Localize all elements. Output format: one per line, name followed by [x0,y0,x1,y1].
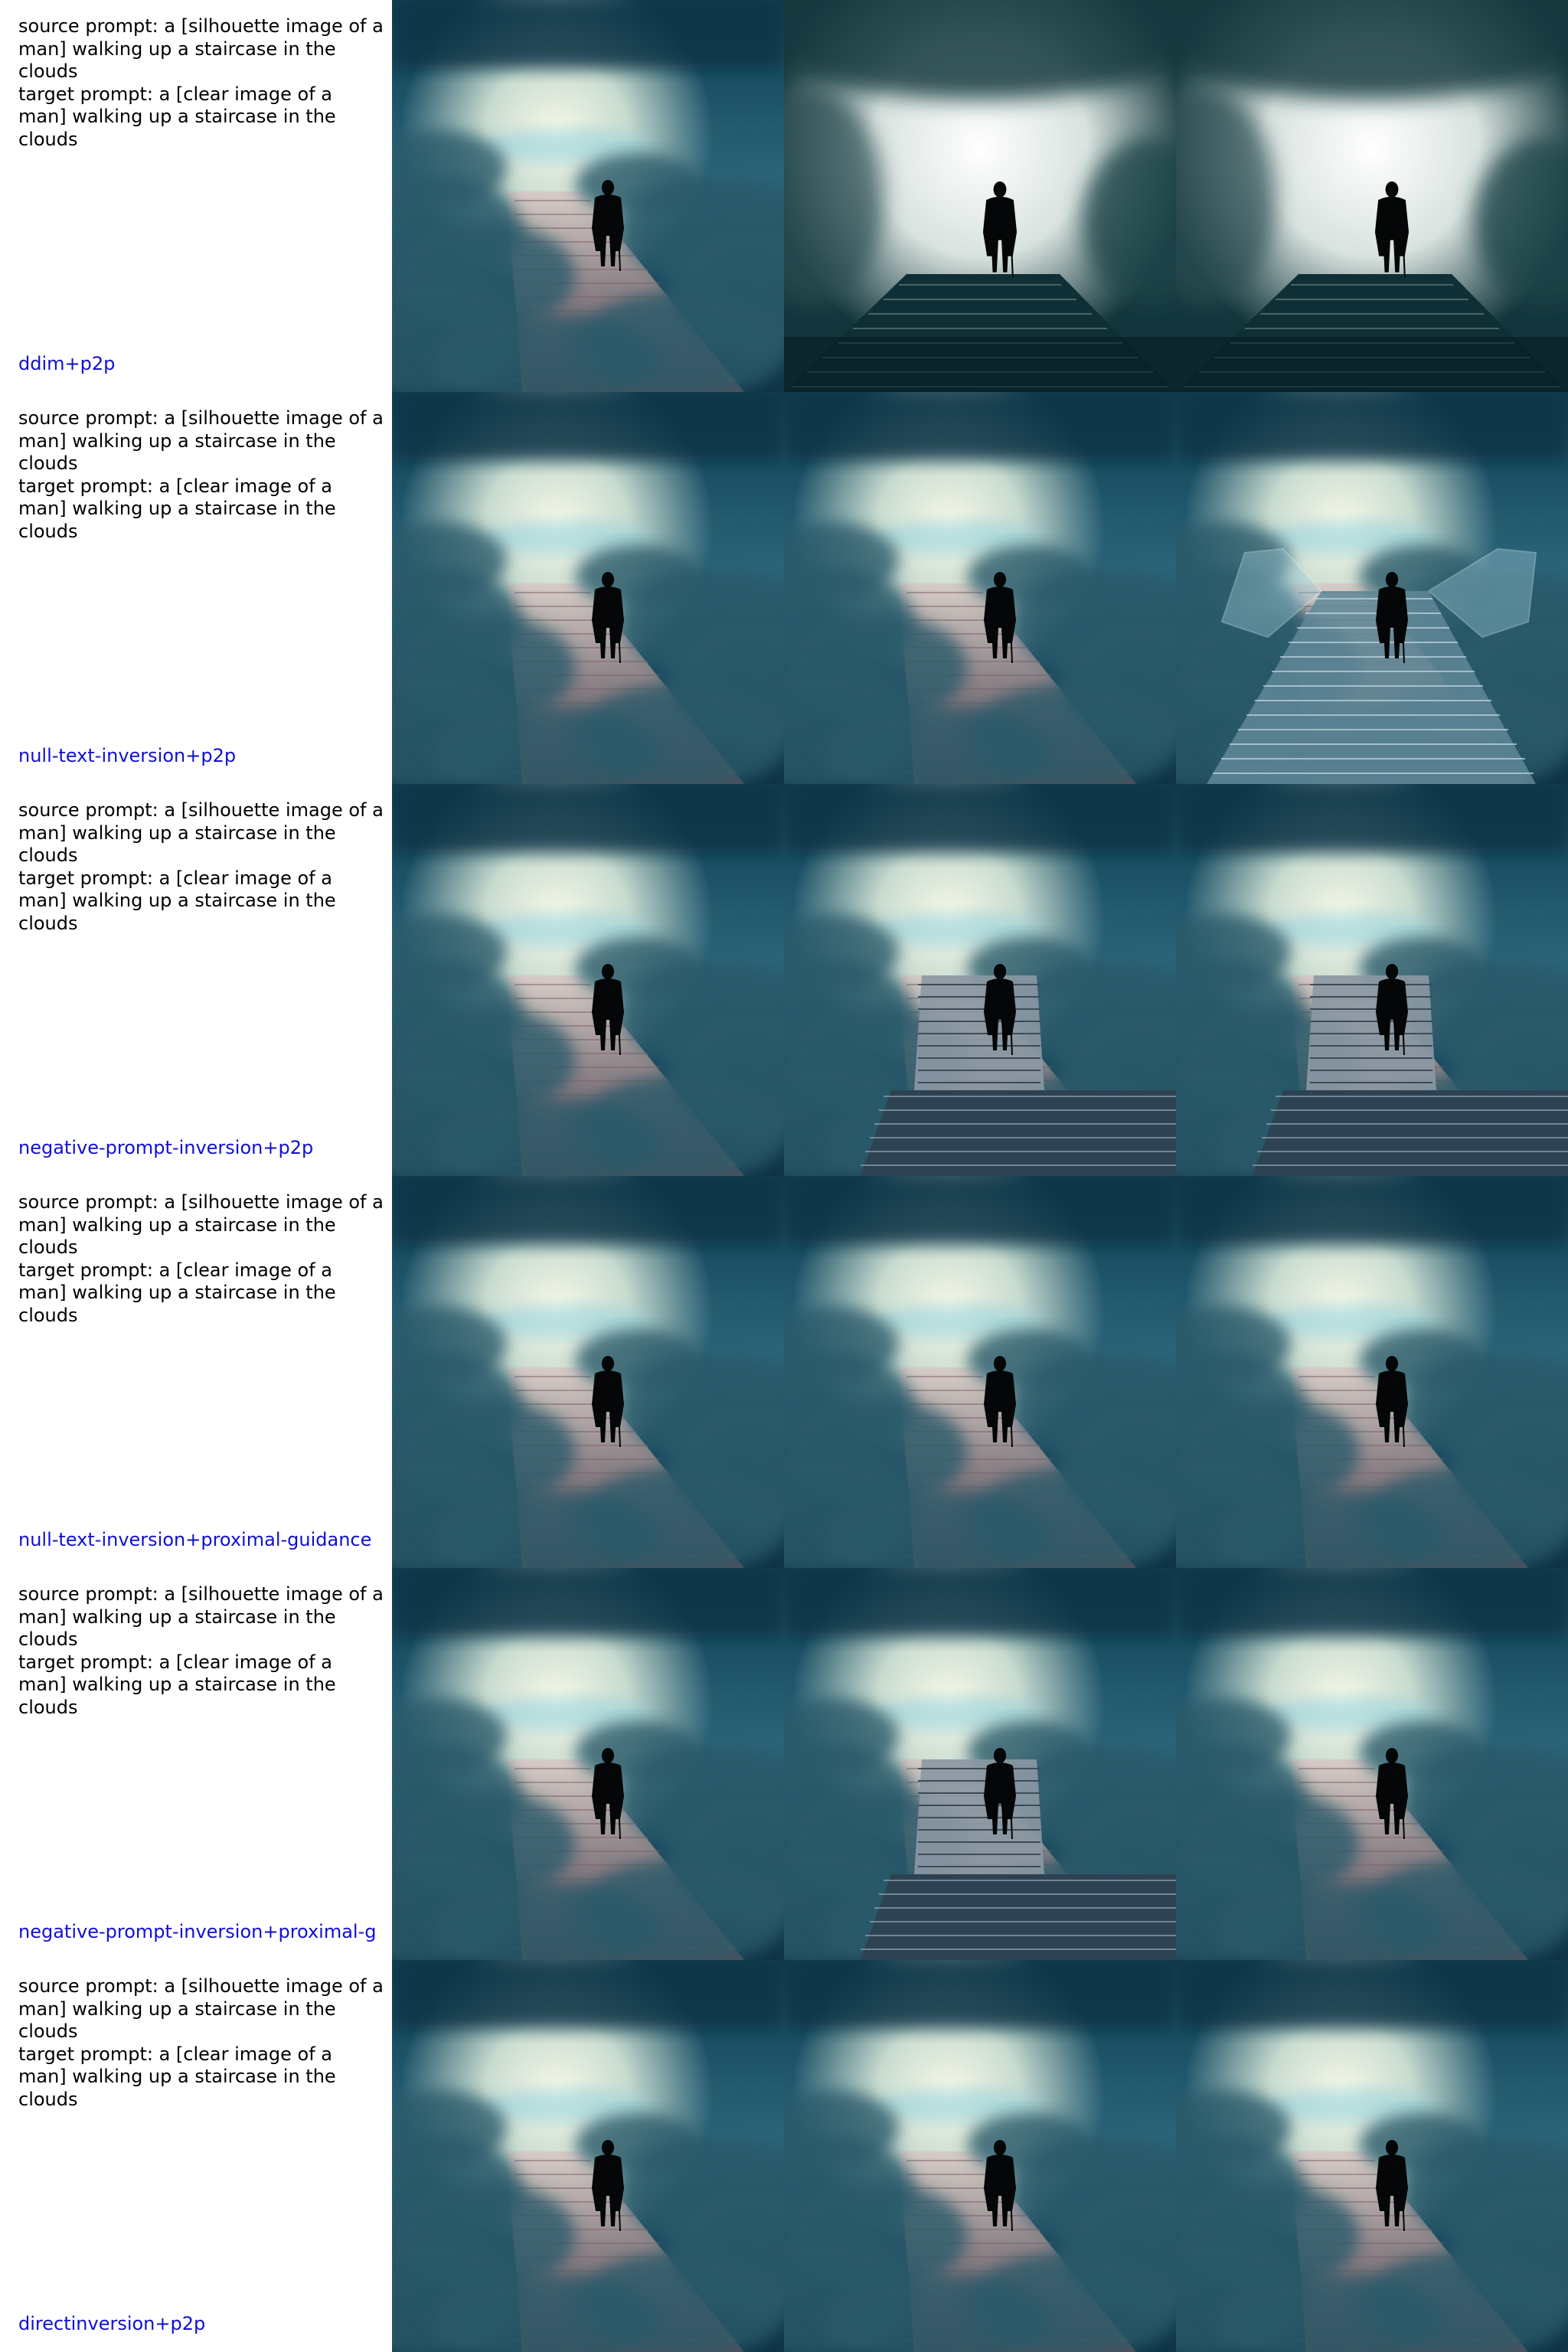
staircase-scene [784,392,1176,784]
edited-image [784,392,1176,784]
staircase-scene [1176,392,1568,784]
method-label: ddim+p2p [18,353,116,374]
row-label-panel: source prompt: a [silhouette image of a … [0,1176,392,1568]
staircase-scene [784,1176,1176,1568]
staircase-scene [1176,1960,1568,2352]
source-image [392,0,784,392]
staircase-scene [392,0,784,392]
staircase-scene [1176,1176,1568,1568]
prompt-text: source prompt: a [silhouette image of a … [18,1975,384,2110]
source-image [392,1176,784,1568]
edited-image [784,1176,1176,1568]
source-image [392,784,784,1176]
staircase-scene [392,1960,784,2352]
edited-image [784,1960,1176,2352]
method-label: null-text-inversion+p2p [18,745,237,766]
result-row: source prompt: a [silhouette image of a … [0,0,1568,392]
staircase-scene [1176,0,1568,392]
prompt-text: source prompt: a [silhouette image of a … [18,799,384,934]
source-image [392,392,784,784]
edited-image [1176,1568,1568,1960]
edited-image [1176,392,1568,784]
result-row: source prompt: a [silhouette image of a … [0,1568,1568,1960]
method-label: directinversion+p2p [18,2313,206,2334]
staircase-scene [784,1960,1176,2352]
staircase-scene [784,1568,1176,1960]
staircase-scene [392,1568,784,1960]
prompt-text: source prompt: a [silhouette image of a … [18,407,384,542]
source-image [392,1960,784,2352]
prompt-text: source prompt: a [silhouette image of a … [18,1191,384,1326]
staircase-scene [392,784,784,1176]
result-row: source prompt: a [silhouette image of a … [0,1960,1568,2352]
row-label-panel: source prompt: a [silhouette image of a … [0,0,392,392]
staircase-scene [1176,1568,1568,1960]
comparison-grid: source prompt: a [silhouette image of a … [0,0,1568,2352]
staircase-scene [784,0,1176,392]
edited-image [1176,784,1568,1176]
source-image [392,1568,784,1960]
row-label-panel: source prompt: a [silhouette image of a … [0,1568,392,1960]
edited-image [784,784,1176,1176]
result-row: source prompt: a [silhouette image of a … [0,1176,1568,1568]
staircase-scene [392,1176,784,1568]
staircase-scene [392,392,784,784]
method-label: null-text-inversion+proximal-guidance [18,1529,372,1550]
row-label-panel: source prompt: a [silhouette image of a … [0,1960,392,2352]
staircase-scene [784,784,1176,1176]
edited-image [1176,1176,1568,1568]
edited-image [784,1568,1176,1960]
row-label-panel: source prompt: a [silhouette image of a … [0,392,392,784]
edited-image [784,0,1176,392]
edited-image [1176,1960,1568,2352]
staircase-scene [1176,784,1568,1176]
prompt-text: source prompt: a [silhouette image of a … [18,1583,384,1718]
prompt-text: source prompt: a [silhouette image of a … [18,15,384,150]
result-row: source prompt: a [silhouette image of a … [0,784,1568,1176]
method-label: negative-prompt-inversion+proximal-g [18,1921,377,1942]
method-label: negative-prompt-inversion+p2p [18,1137,314,1158]
result-row: source prompt: a [silhouette image of a … [0,392,1568,784]
edited-image [1176,0,1568,392]
row-label-panel: source prompt: a [silhouette image of a … [0,784,392,1176]
